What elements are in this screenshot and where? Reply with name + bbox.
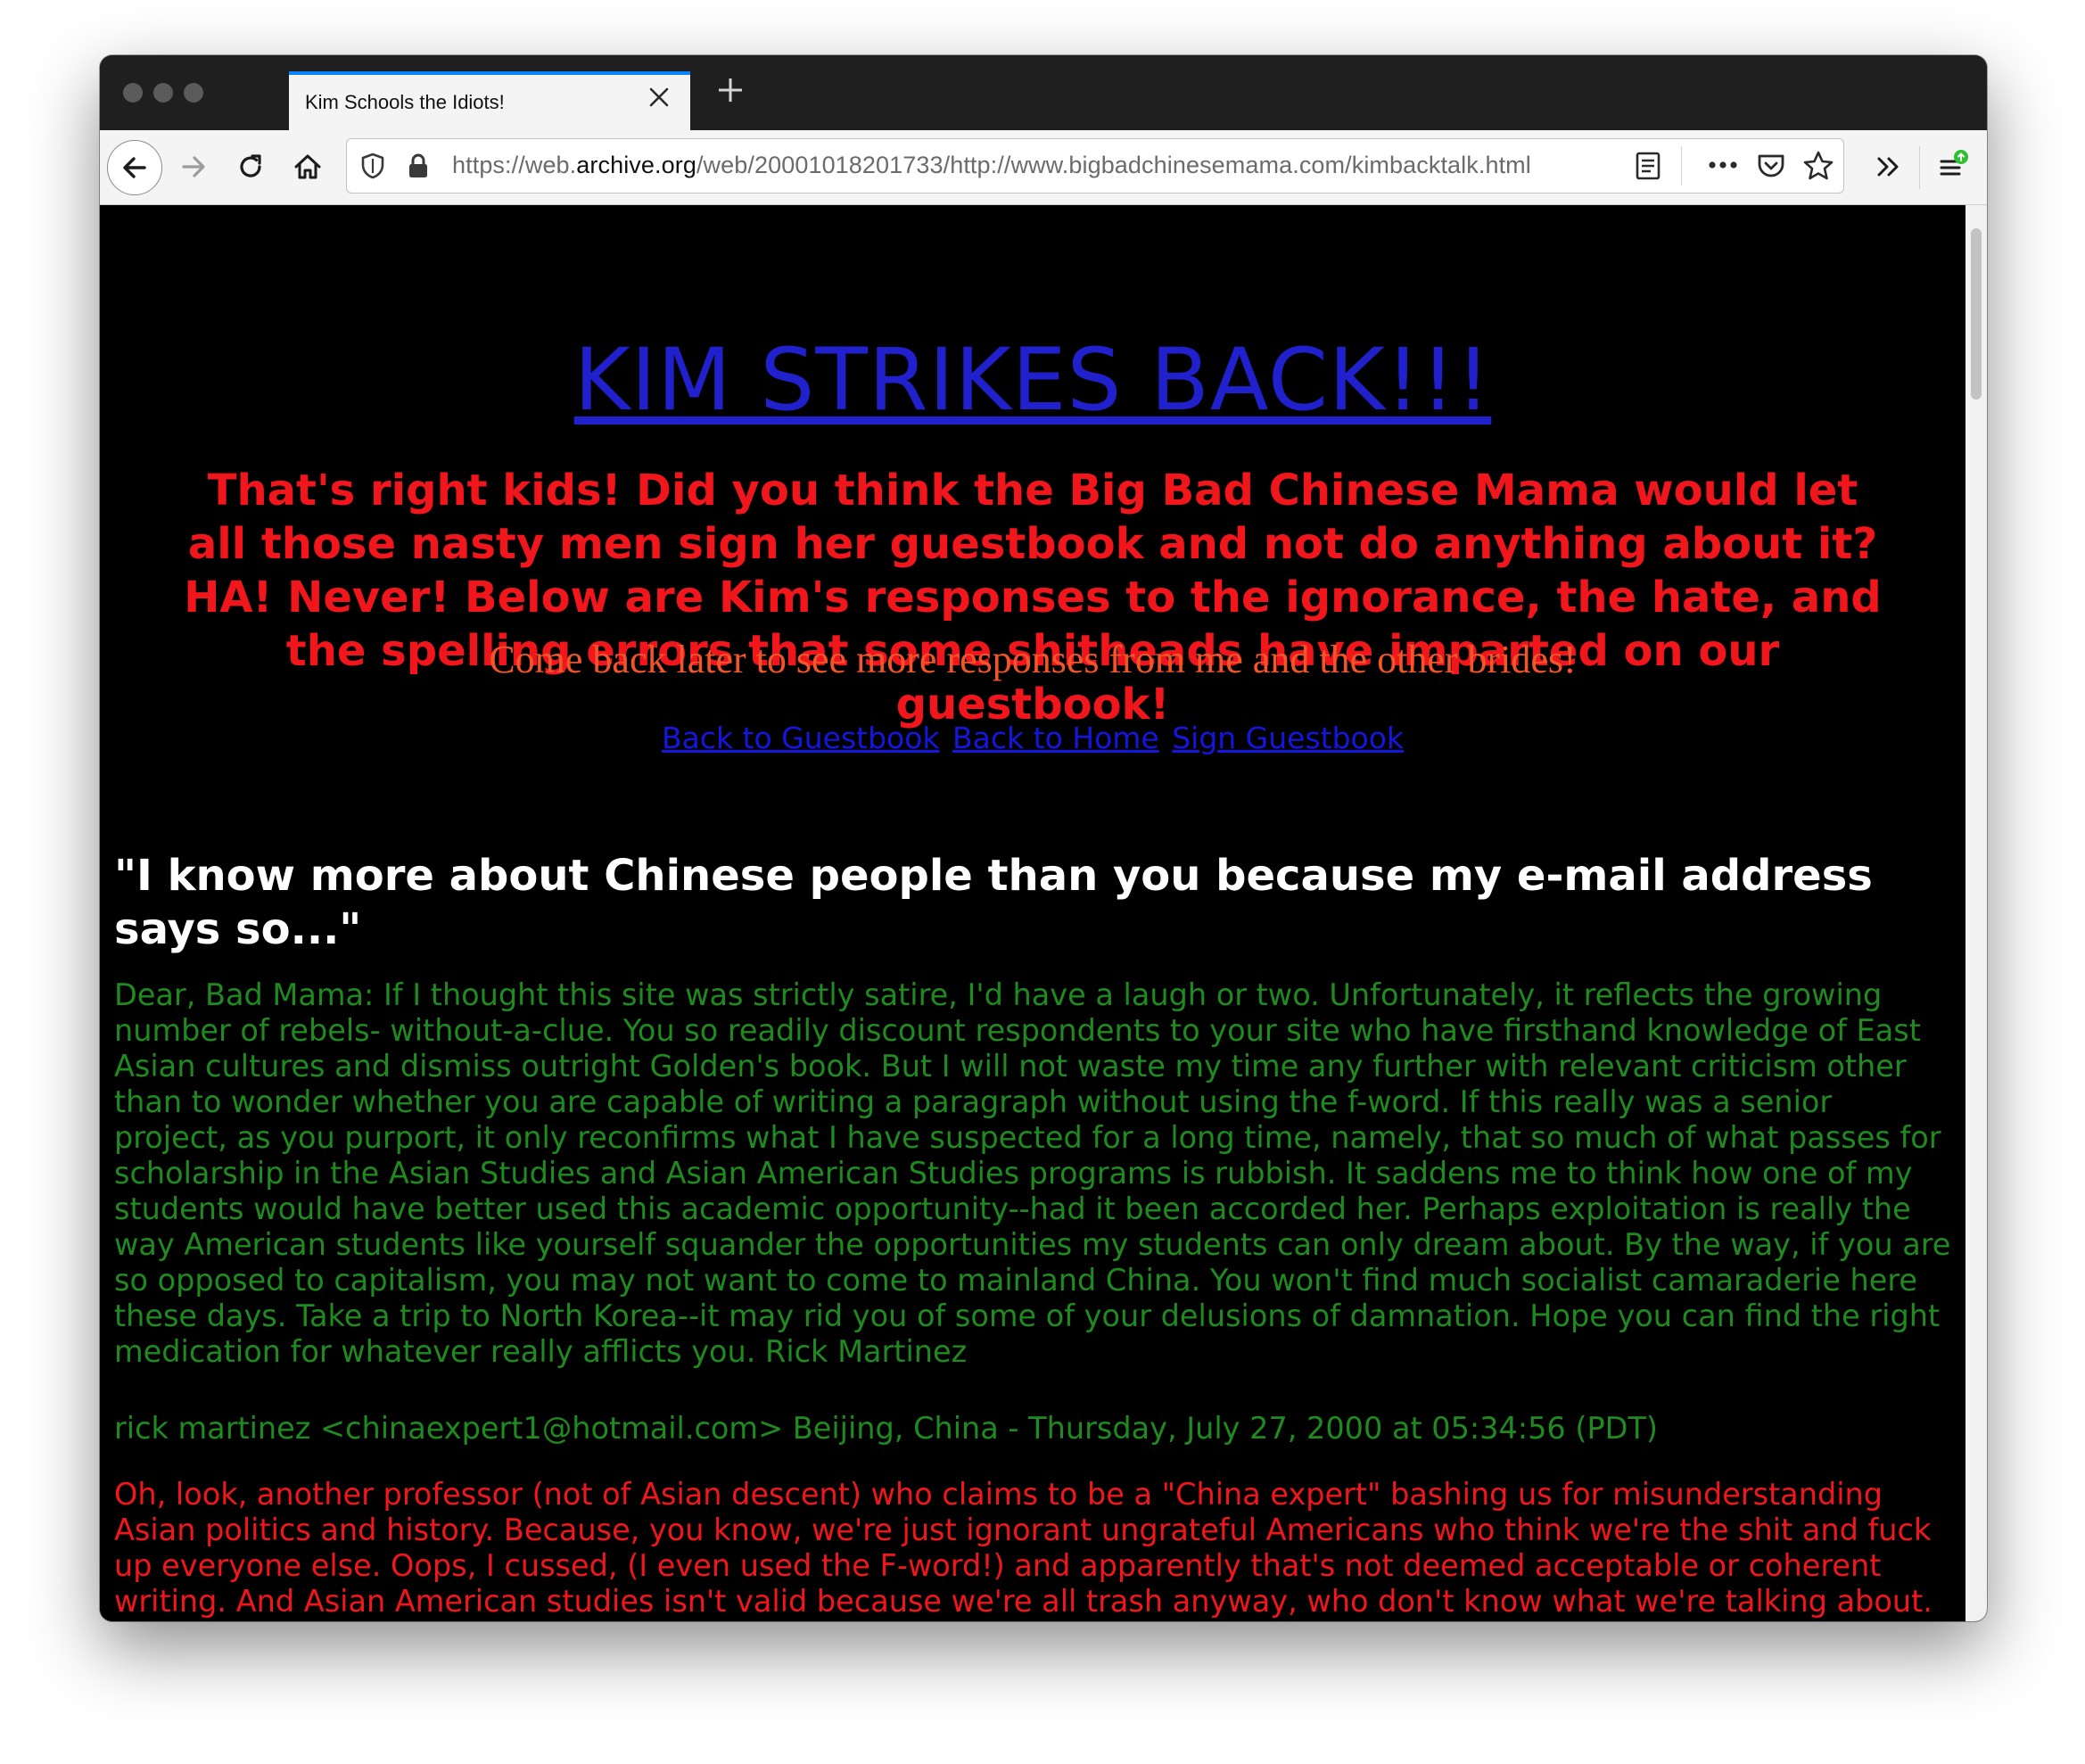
hamburger-menu-icon bbox=[1940, 150, 1968, 176]
entry-signature: rick martinez <chinaexpert1@hotmail.com>… bbox=[114, 1411, 1658, 1446]
sign-guestbook-link[interactable]: Sign Guestbook bbox=[1172, 721, 1404, 755]
overflow-menu-button[interactable] bbox=[1862, 141, 1914, 193]
forward-button[interactable] bbox=[168, 141, 219, 193]
come-back-text: Come back later to see more responses fr… bbox=[489, 638, 1577, 681]
url-path: /web/20001018201733/http://www.bigbadchi… bbox=[696, 152, 1531, 178]
kim-response: Oh, look, another professor (not of Asia… bbox=[114, 1477, 1933, 1621]
more-dots-icon[interactable] bbox=[1708, 161, 1738, 169]
close-icon[interactable] bbox=[647, 86, 671, 109]
lock-icon[interactable] bbox=[406, 152, 431, 180]
scrollbar[interactable] bbox=[1966, 205, 1987, 1621]
home-button[interactable] bbox=[282, 141, 334, 193]
tab-active[interactable]: Kim Schools the Idiots! bbox=[289, 71, 690, 130]
nav-toolbar: https://web.archive.org/web/200010182017… bbox=[100, 130, 1987, 205]
back-to-home-link[interactable]: Back to Home bbox=[952, 721, 1159, 755]
back-to-guestbook-link[interactable]: Back to Guestbook bbox=[662, 721, 940, 755]
browser-window: Kim Schools the Idiots! https://web.arch… bbox=[100, 55, 1987, 1621]
home-icon bbox=[294, 154, 321, 179]
back-arrow-icon bbox=[123, 157, 146, 178]
page-nav-links: Back to Guestbook Back to Home Sign Gues… bbox=[100, 721, 1966, 755]
app-menu-button[interactable] bbox=[1926, 141, 1978, 193]
entry-message: Dear, Bad Mama: If I thought this site w… bbox=[114, 977, 1951, 1369]
star-icon[interactable] bbox=[1802, 150, 1834, 182]
shield-icon[interactable] bbox=[359, 152, 386, 180]
reader-view-icon[interactable] bbox=[1635, 151, 1661, 181]
forward-arrow-icon bbox=[182, 156, 205, 177]
intro-text: That's right kids! Did you think the Big… bbox=[184, 466, 1882, 730]
window-zoom-dot[interactable] bbox=[184, 83, 203, 103]
plus-icon[interactable] bbox=[715, 75, 746, 105]
pocket-icon[interactable] bbox=[1756, 151, 1786, 181]
tab-bar: Kim Schools the Idiots! bbox=[100, 55, 1987, 130]
reload-button[interactable] bbox=[225, 141, 276, 193]
toolbar-divider bbox=[1919, 146, 1920, 189]
url-domain: archive.org bbox=[576, 152, 696, 178]
back-button[interactable] bbox=[107, 140, 162, 195]
url-divider bbox=[1681, 146, 1682, 185]
window-close-dot[interactable] bbox=[123, 83, 143, 103]
window-minimize-dot[interactable] bbox=[153, 83, 173, 103]
address-bar[interactable]: https://web.archive.org/web/200010182017… bbox=[346, 138, 1844, 194]
tab-title: Kim Schools the Idiots! bbox=[305, 91, 505, 113]
url-text[interactable]: https://web.archive.org/web/200010182017… bbox=[452, 152, 1531, 179]
page-viewport: KIM STRIKES BACK!!! That's right kids! D… bbox=[100, 205, 1966, 1621]
reload-icon bbox=[240, 154, 261, 177]
entry-heading: "I know more about Chinese people than y… bbox=[114, 851, 1873, 954]
scrollbar-thumb[interactable] bbox=[1971, 228, 1982, 400]
url-prefix: https://web. bbox=[452, 152, 577, 178]
page-title[interactable]: KIM STRIKES BACK!!! bbox=[100, 330, 1966, 430]
overflow-chevrons-icon bbox=[1877, 157, 1899, 177]
